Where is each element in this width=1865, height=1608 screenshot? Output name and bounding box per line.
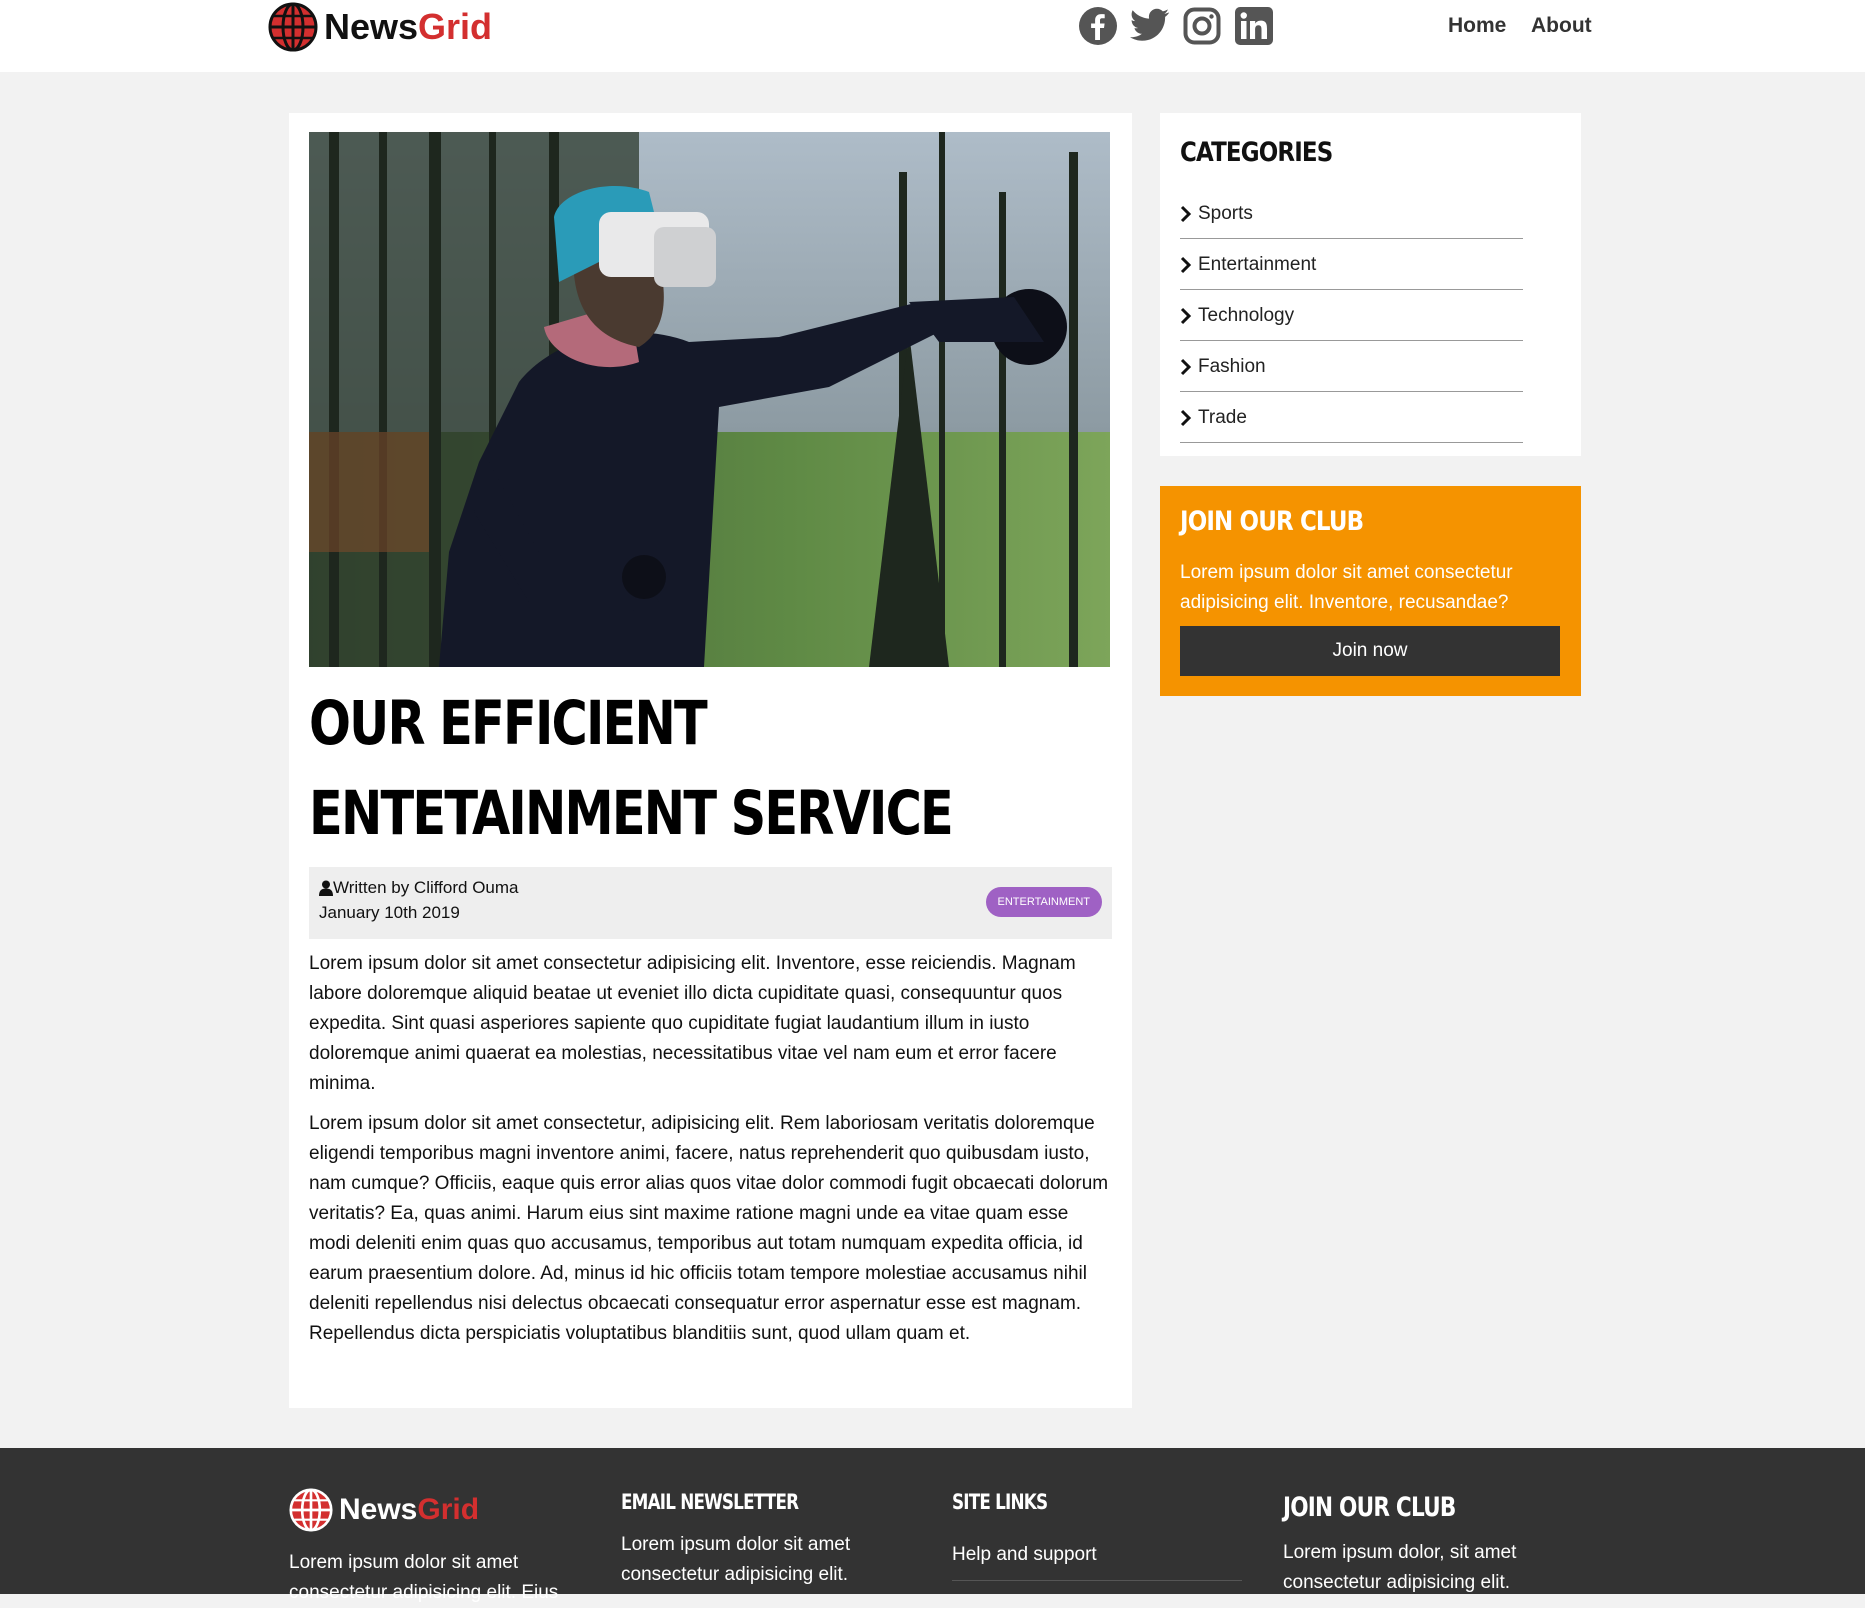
top-navbar: News Grid Home About: [0, 0, 1865, 72]
category-item-technology[interactable]: Technology: [1180, 291, 1523, 341]
chevron-right-icon: [1180, 358, 1194, 376]
category-label: Fashion: [1198, 355, 1266, 377]
category-item-fashion[interactable]: Fashion: [1180, 342, 1523, 392]
category-item-entertainment[interactable]: Entertainment: [1180, 240, 1523, 290]
footer-club-text: Lorem ipsum dolor, sit amet consectetur …: [1283, 1542, 1517, 1593]
footer-club-title: Join Our Club: [1283, 1492, 1456, 1523]
article-hero-image: [309, 132, 1110, 667]
category-item-trade[interactable]: Trade: [1180, 393, 1523, 443]
footer-brand-logo[interactable]: News Grid: [289, 1488, 479, 1532]
category-label: Technology: [1198, 304, 1295, 326]
user-icon: [319, 880, 333, 896]
instagram-icon[interactable]: [1180, 4, 1224, 48]
article-date: January 10th 2019: [319, 903, 460, 922]
article-author: Written by Clifford Ouma: [319, 878, 519, 898]
chevron-right-icon: [1180, 256, 1194, 274]
footer-link-help[interactable]: Help and support: [952, 1540, 1242, 1581]
article-paragraph: Lorem ipsum dolor sit amet consectetur, …: [309, 1113, 1109, 1344]
category-item-sports[interactable]: Sports: [1180, 189, 1523, 239]
category-label: Entertainment: [1198, 253, 1317, 275]
brand-name-grid: Grid: [417, 1493, 480, 1526]
twitter-icon[interactable]: [1128, 4, 1172, 48]
globe-icon: [289, 1488, 333, 1532]
brand-name-news: News: [324, 6, 419, 47]
footer-about-text: Lorem ipsum dolor sit amet consectetur a…: [289, 1552, 559, 1603]
footer-newsletter-title: Email Newsletter: [621, 1490, 799, 1514]
globe-icon: [268, 2, 318, 52]
join-club-text: Lorem ipsum dolor sit amet consectetur a…: [1180, 562, 1513, 613]
brand-logo[interactable]: News Grid: [268, 2, 492, 52]
chevron-right-icon: [1180, 409, 1194, 427]
nav-about[interactable]: About: [1531, 14, 1592, 38]
categories-title: Categories: [1180, 137, 1333, 168]
article-card: Our Efficient Entetainment Service Deliv…: [289, 113, 1132, 1408]
brand-name-news: News: [339, 1493, 418, 1526]
facebook-icon[interactable]: [1076, 4, 1120, 48]
category-label: Trade: [1198, 406, 1247, 428]
join-now-button[interactable]: Join now: [1180, 626, 1560, 676]
chevron-right-icon: [1180, 307, 1194, 325]
brand-name-grid: Grid: [418, 6, 493, 47]
social-links: [1076, 4, 1284, 48]
article-paragraph: Lorem ipsum dolor sit amet consectetur a…: [309, 953, 1076, 1094]
footer-site-links-title: Site Links: [952, 1490, 1048, 1514]
article-meta-bar: Written by Clifford Ouma January 10th 20…: [309, 867, 1112, 939]
join-club-title: Join Our Club: [1180, 506, 1364, 537]
categories-card: Categories Sports Entertainment Technolo…: [1160, 113, 1581, 456]
linkedin-icon[interactable]: [1232, 4, 1276, 48]
footer-newsletter-text: Lorem ipsum dolor sit amet consectetur a…: [621, 1534, 851, 1585]
site-footer: News Grid Lorem ipsum dolor sit amet cons…: [0, 1448, 1865, 1603]
author-label: Written by Clifford Ouma: [333, 878, 519, 897]
join-club-card: Join Our Club Lorem ipsum dolor sit amet…: [1160, 486, 1581, 696]
categories-list: Sports Entertainment Technology Fashion …: [1180, 189, 1523, 443]
category-badge[interactable]: Entertainment: [985, 887, 1102, 917]
category-label: Sports: [1198, 202, 1253, 224]
nav-home[interactable]: Home: [1448, 14, 1506, 38]
chevron-right-icon: [1180, 205, 1194, 223]
